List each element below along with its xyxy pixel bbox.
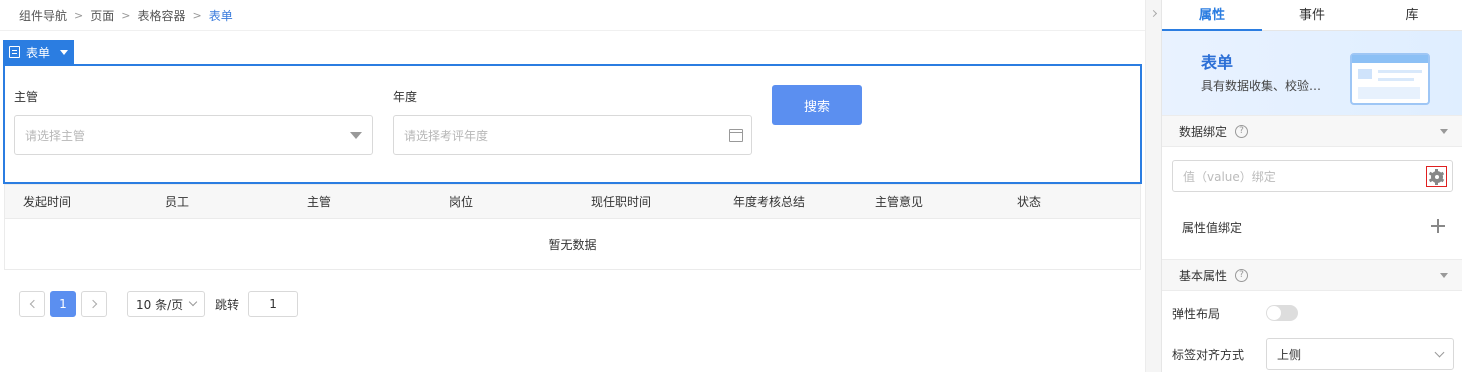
breadcrumb: 组件导航 > 页面 > 表格容器 > 表单 — [0, 0, 1145, 31]
panel-tabs: 属性 事件 库 — [1162, 0, 1462, 31]
breadcrumb-item-page[interactable]: 页面 — [90, 7, 114, 24]
column-header: 主管意见 — [875, 195, 924, 209]
data-table: 发起时间 员工 主管 岗位 现任职时间 年度考核总结 主管意见 状态 暂无数据 — [4, 184, 1141, 270]
column-header: 年度考核总结 — [733, 195, 806, 209]
column-header: 主管 — [307, 195, 332, 209]
app-root: 组件导航 > 页面 > 表格容器 > 表单 表单 主管 请选择主管 年度 请选择… — [0, 0, 1462, 372]
label-align-select[interactable]: 上侧 — [1266, 338, 1454, 370]
table-header: 发起时间 员工 主管 岗位 现任职时间 年度考核总结 主管意见 状态 — [5, 185, 1140, 219]
label-align-value: 上侧 — [1277, 347, 1302, 362]
gear-icon — [1428, 168, 1445, 185]
supervisor-placeholder: 请选择主管 — [25, 128, 86, 143]
form-illustration-icon — [1350, 53, 1430, 105]
caret-down-icon[interactable] — [60, 49, 69, 55]
search-button[interactable]: 搜索 — [772, 85, 862, 125]
chevron-right-icon — [88, 299, 97, 309]
pagination: 1 10 条/页 跳转 1 — [19, 291, 299, 317]
form-doc-icon — [9, 46, 20, 58]
column-header: 员工 — [165, 195, 190, 209]
properties-panel: 属性 事件 库 表单 具有数据收集、校验… 数据绑定 ? 值（value）绑定 — [1161, 0, 1462, 372]
breadcrumb-item-nav[interactable]: 组件导航 — [19, 7, 67, 24]
basic-attrs-title: 基本属性 — [1179, 268, 1228, 283]
form-component-label: 表单 — [26, 45, 51, 60]
column-header: 现任职时间 — [591, 195, 652, 209]
page-size-select[interactable]: 10 条/页 — [127, 291, 205, 317]
column-header: 岗位 — [449, 195, 474, 209]
value-binding-placeholder: 值（value）绑定 — [1183, 169, 1276, 184]
tab-properties[interactable]: 属性 — [1162, 0, 1262, 31]
breadcrumb-separator-icon: > — [121, 8, 131, 22]
prev-page-button[interactable] — [19, 291, 45, 317]
help-icon[interactable]: ? — [1235, 124, 1249, 138]
data-binding-title: 数据绑定 — [1179, 124, 1228, 139]
jump-label: 跳转 — [215, 297, 240, 312]
basic-attrs-section[interactable]: 基本属性 ? — [1162, 259, 1462, 291]
calendar-icon — [729, 129, 743, 142]
column-header: 发起时间 — [23, 195, 72, 209]
component-description: 具有数据收集、校验… — [1201, 79, 1322, 93]
dropdown-triangle-icon — [350, 132, 362, 139]
add-icon[interactable] — [1431, 219, 1445, 233]
binding-settings-button[interactable] — [1426, 166, 1447, 187]
tab-library[interactable]: 库 — [1362, 0, 1462, 31]
year-placeholder: 请选择考评年度 — [404, 128, 489, 143]
tab-events[interactable]: 事件 — [1262, 0, 1362, 31]
page-size-value: 10 条/页 — [136, 297, 184, 312]
supervisor-select[interactable]: 请选择主管 — [14, 115, 373, 155]
breadcrumb-separator-icon: > — [192, 8, 202, 22]
breadcrumb-item-table-container[interactable]: 表格容器 — [137, 7, 185, 24]
chevron-down-icon — [188, 297, 198, 307]
flex-layout-toggle[interactable] — [1266, 305, 1298, 321]
page-number-button[interactable]: 1 — [50, 291, 76, 317]
toggle-knob — [1267, 306, 1281, 320]
next-page-button[interactable] — [81, 291, 107, 317]
table-empty-text: 暂无数据 — [548, 237, 597, 252]
form-component-tag[interactable]: 表单 — [3, 40, 75, 64]
component-hero: 表单 具有数据收集、校验… — [1162, 31, 1462, 115]
collapse-triangle-icon — [1440, 129, 1448, 134]
chevron-down-icon — [1434, 347, 1445, 358]
column-header: 状态 — [1017, 195, 1042, 209]
year-picker[interactable]: 请选择考评年度 — [393, 115, 752, 155]
label-align-label: 标签对齐方式 — [1172, 348, 1245, 362]
help-icon[interactable]: ? — [1235, 268, 1249, 282]
jump-page-input[interactable]: 1 — [248, 291, 299, 317]
breadcrumb-separator-icon: > — [74, 8, 84, 22]
component-title: 表单 — [1201, 53, 1234, 72]
breadcrumb-item-current: 表单 — [208, 8, 233, 23]
supervisor-label: 主管 — [14, 90, 39, 104]
chevron-left-icon — [29, 299, 38, 309]
collapse-triangle-icon — [1440, 273, 1448, 278]
canvas-area: 组件导航 > 页面 > 表格容器 > 表单 表单 主管 请选择主管 年度 请选择… — [0, 0, 1145, 372]
year-label: 年度 — [393, 90, 418, 104]
panel-collapse-strip[interactable] — [1145, 0, 1161, 372]
flex-layout-label: 弹性布局 — [1172, 307, 1221, 321]
chevron-right-icon — [1149, 9, 1158, 18]
attr-binding-label: 属性值绑定 — [1182, 221, 1243, 235]
value-binding-input[interactable]: 值（value）绑定 — [1172, 160, 1453, 192]
data-binding-section[interactable]: 数据绑定 ? — [1162, 115, 1462, 147]
